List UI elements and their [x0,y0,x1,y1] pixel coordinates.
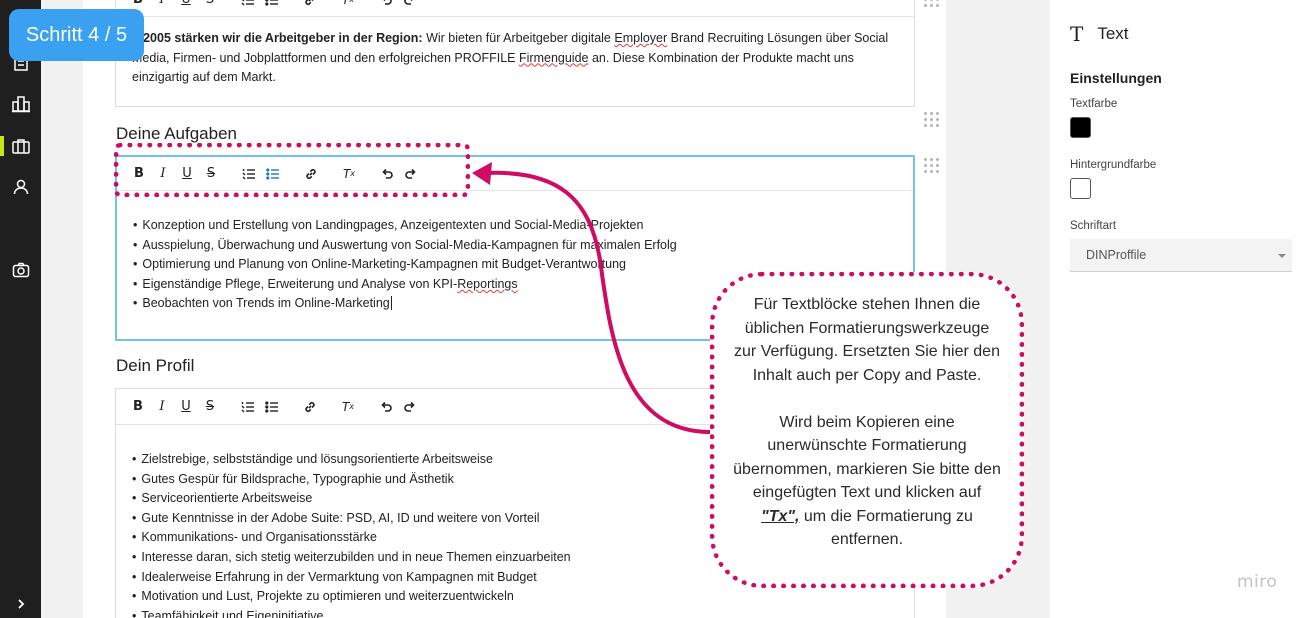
underline-button[interactable]: U [174,0,198,12]
bg-color-swatch[interactable] [1070,178,1091,199]
list-item: Motivation und Lust, Projekte zu optimie… [132,587,898,607]
intro-paragraph: it 2005 stärken wir die Arbeitgeber in d… [132,29,898,88]
callout-paragraph-2: Wird beim Kopieren eine unerwünschte For… [733,411,1001,552]
callout-text-b: um die Formatierung zu entfernen. [799,507,973,549]
buildings-icon[interactable] [0,85,41,123]
bg-color-label: Hintergrundfarbe [1070,159,1157,171]
ordered-list-icon[interactable] [236,395,260,419]
bullet-list-icon[interactable] [260,395,284,419]
user-icon[interactable] [0,168,41,206]
chevron-down-icon [1278,254,1286,258]
bullet-list-icon[interactable] [260,0,284,12]
font-select[interactable]: DINProffile [1070,239,1292,272]
list-item: Konzeption und Erstellung von Landingpag… [133,216,897,236]
text-color-label: Textfarbe [1070,98,1118,110]
camera-icon[interactable] [0,251,41,289]
panel-title-label: Text [1097,24,1129,43]
list-item-squiggle: Reportings [457,276,518,291]
strikethrough-button[interactable]: S [198,395,222,419]
undo-icon[interactable] [374,0,398,12]
settings-panel: T Text Einstellungen Textfarbe Hintergru… [1050,0,1309,618]
clear-format-button[interactable]: Tx [336,0,360,12]
briefcase-icon[interactable] [0,127,41,165]
drag-handle-icon[interactable] [924,0,940,14]
drag-handle-icon[interactable] [924,158,940,174]
intro-content[interactable]: it 2005 stärken wir die Arbeitgeber in d… [116,17,914,100]
ordered-list-icon[interactable] [236,0,260,12]
intro-toolbar: B I U S Tx [116,0,914,17]
callout-text-a: Wird beim Kopieren eine unerwünschte For… [733,413,1001,502]
text-color-swatch[interactable] [1070,117,1091,138]
aufgaben-heading[interactable]: Deine Aufgaben [116,124,237,144]
intro-bold: it 2005 stärken wir die Arbeitgeber in d… [132,31,423,45]
callout-tx-ref: "Tx", [761,507,800,525]
profil-heading[interactable]: Dein Profil [116,356,194,376]
panel-title: T Text [1070,22,1129,46]
underline-button[interactable]: U [174,395,198,419]
clear-format-sub: x [349,0,354,4]
link-icon[interactable] [298,395,322,419]
list-item-text: Beobachten von Trends im Online-Marketin… [142,296,390,311]
miro-watermark: miro [1237,572,1278,592]
list-item: Ausspielung, Überwachung und Auswertung … [133,236,897,256]
strikethrough-button[interactable]: S [198,0,222,12]
text-icon: T [1070,22,1084,46]
list-item-text: Eigenständige Pflege, Erweiterung und An… [142,276,458,291]
clear-format-button[interactable]: Tx [336,395,360,419]
italic-button[interactable]: I [150,0,174,12]
chevron-right-icon[interactable] [0,585,41,618]
settings-heading: Einstellungen [1070,70,1162,86]
redo-icon[interactable] [398,0,422,12]
drag-handle-icon[interactable] [924,112,940,128]
toolbar-highlight [114,143,470,197]
left-navigation [0,0,41,618]
font-select-value: DINProffile [1086,248,1147,262]
intro-text-a: Wir bieten für Arbeitgeber digitale [422,31,615,45]
list-item: Teamfähigkeit und Eigeninitiative [132,607,898,618]
font-label: Schriftart [1070,220,1117,232]
intro-text-block[interactable]: B I U S Tx it 2005 stärken wir die Arbei… [115,0,915,107]
intro-squiggle-b: Firmenguide [519,50,589,65]
link-icon[interactable] [298,0,322,12]
intro-squiggle-a: Employer [614,31,668,45]
italic-button[interactable]: I [150,395,174,419]
step-badge: Schritt 4 / 5 [9,9,144,61]
clear-format-sub: x [349,402,355,411]
bold-button[interactable]: B [126,395,150,419]
canvas-margin-left [41,0,83,618]
text-cursor [390,296,392,311]
help-callout: Für Textblöcke stehen Ihnen die üblichen… [710,272,1024,588]
undo-icon[interactable] [374,395,398,419]
redo-icon[interactable] [398,395,422,419]
callout-paragraph-1: Für Textblöcke stehen Ihnen die üblichen… [734,296,1000,384]
